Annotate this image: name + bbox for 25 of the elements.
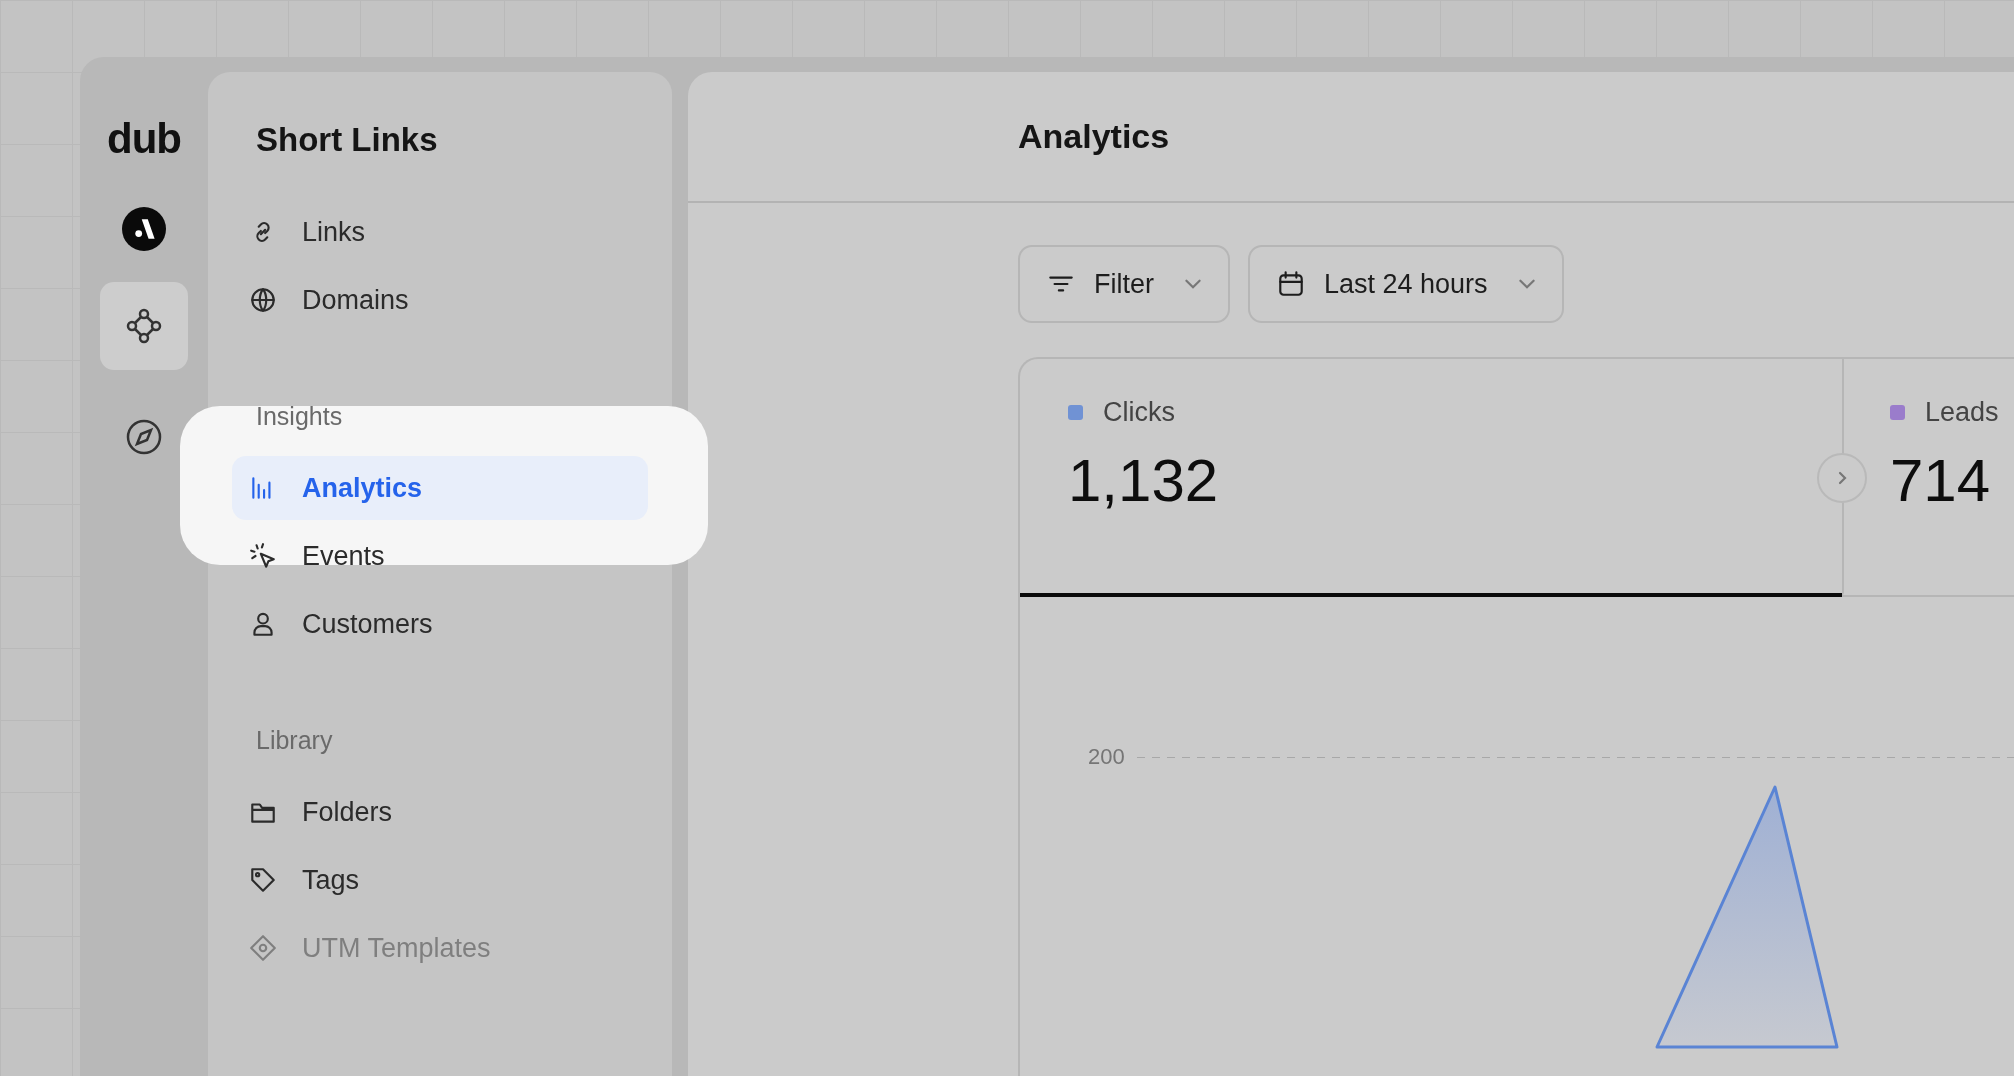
tag-icon: [248, 865, 278, 895]
dropdown-button[interactable]: Filter: [1018, 245, 1230, 323]
calendar-icon: [1276, 269, 1306, 299]
rail-button[interactable]: [100, 282, 188, 370]
stat-value: 1,132: [1068, 446, 1219, 515]
page-title: Analytics: [1018, 117, 1170, 156]
cursor-click-icon: [248, 541, 278, 571]
dropdown-button[interactable]: Last 24 hours: [1248, 245, 1564, 323]
stat-value: 714: [1890, 446, 1991, 515]
sidebar-item[interactable]: Customers: [232, 592, 648, 656]
sidebar-item[interactable]: Analytics: [232, 456, 648, 520]
sidebar-item[interactable]: Links: [232, 200, 648, 264]
axis-label: 200: [1088, 743, 1125, 771]
stat-label: Leads: [1925, 397, 1999, 428]
stat-label: Clicks: [1103, 397, 1175, 428]
sidebar-title: Short Links: [255, 120, 439, 160]
section-heading: Library: [255, 725, 334, 756]
globe-icon: [248, 285, 278, 315]
sidebar-item[interactable]: Tags: [232, 848, 648, 912]
section-heading: Insights: [255, 401, 344, 432]
sidebar-item[interactable]: Events: [232, 524, 648, 588]
sidebar-item[interactable]: Folders: [232, 780, 648, 844]
diamond-icon: [248, 933, 278, 963]
logo: dub: [107, 114, 181, 164]
sidebar-item[interactable]: Domains: [232, 268, 648, 332]
